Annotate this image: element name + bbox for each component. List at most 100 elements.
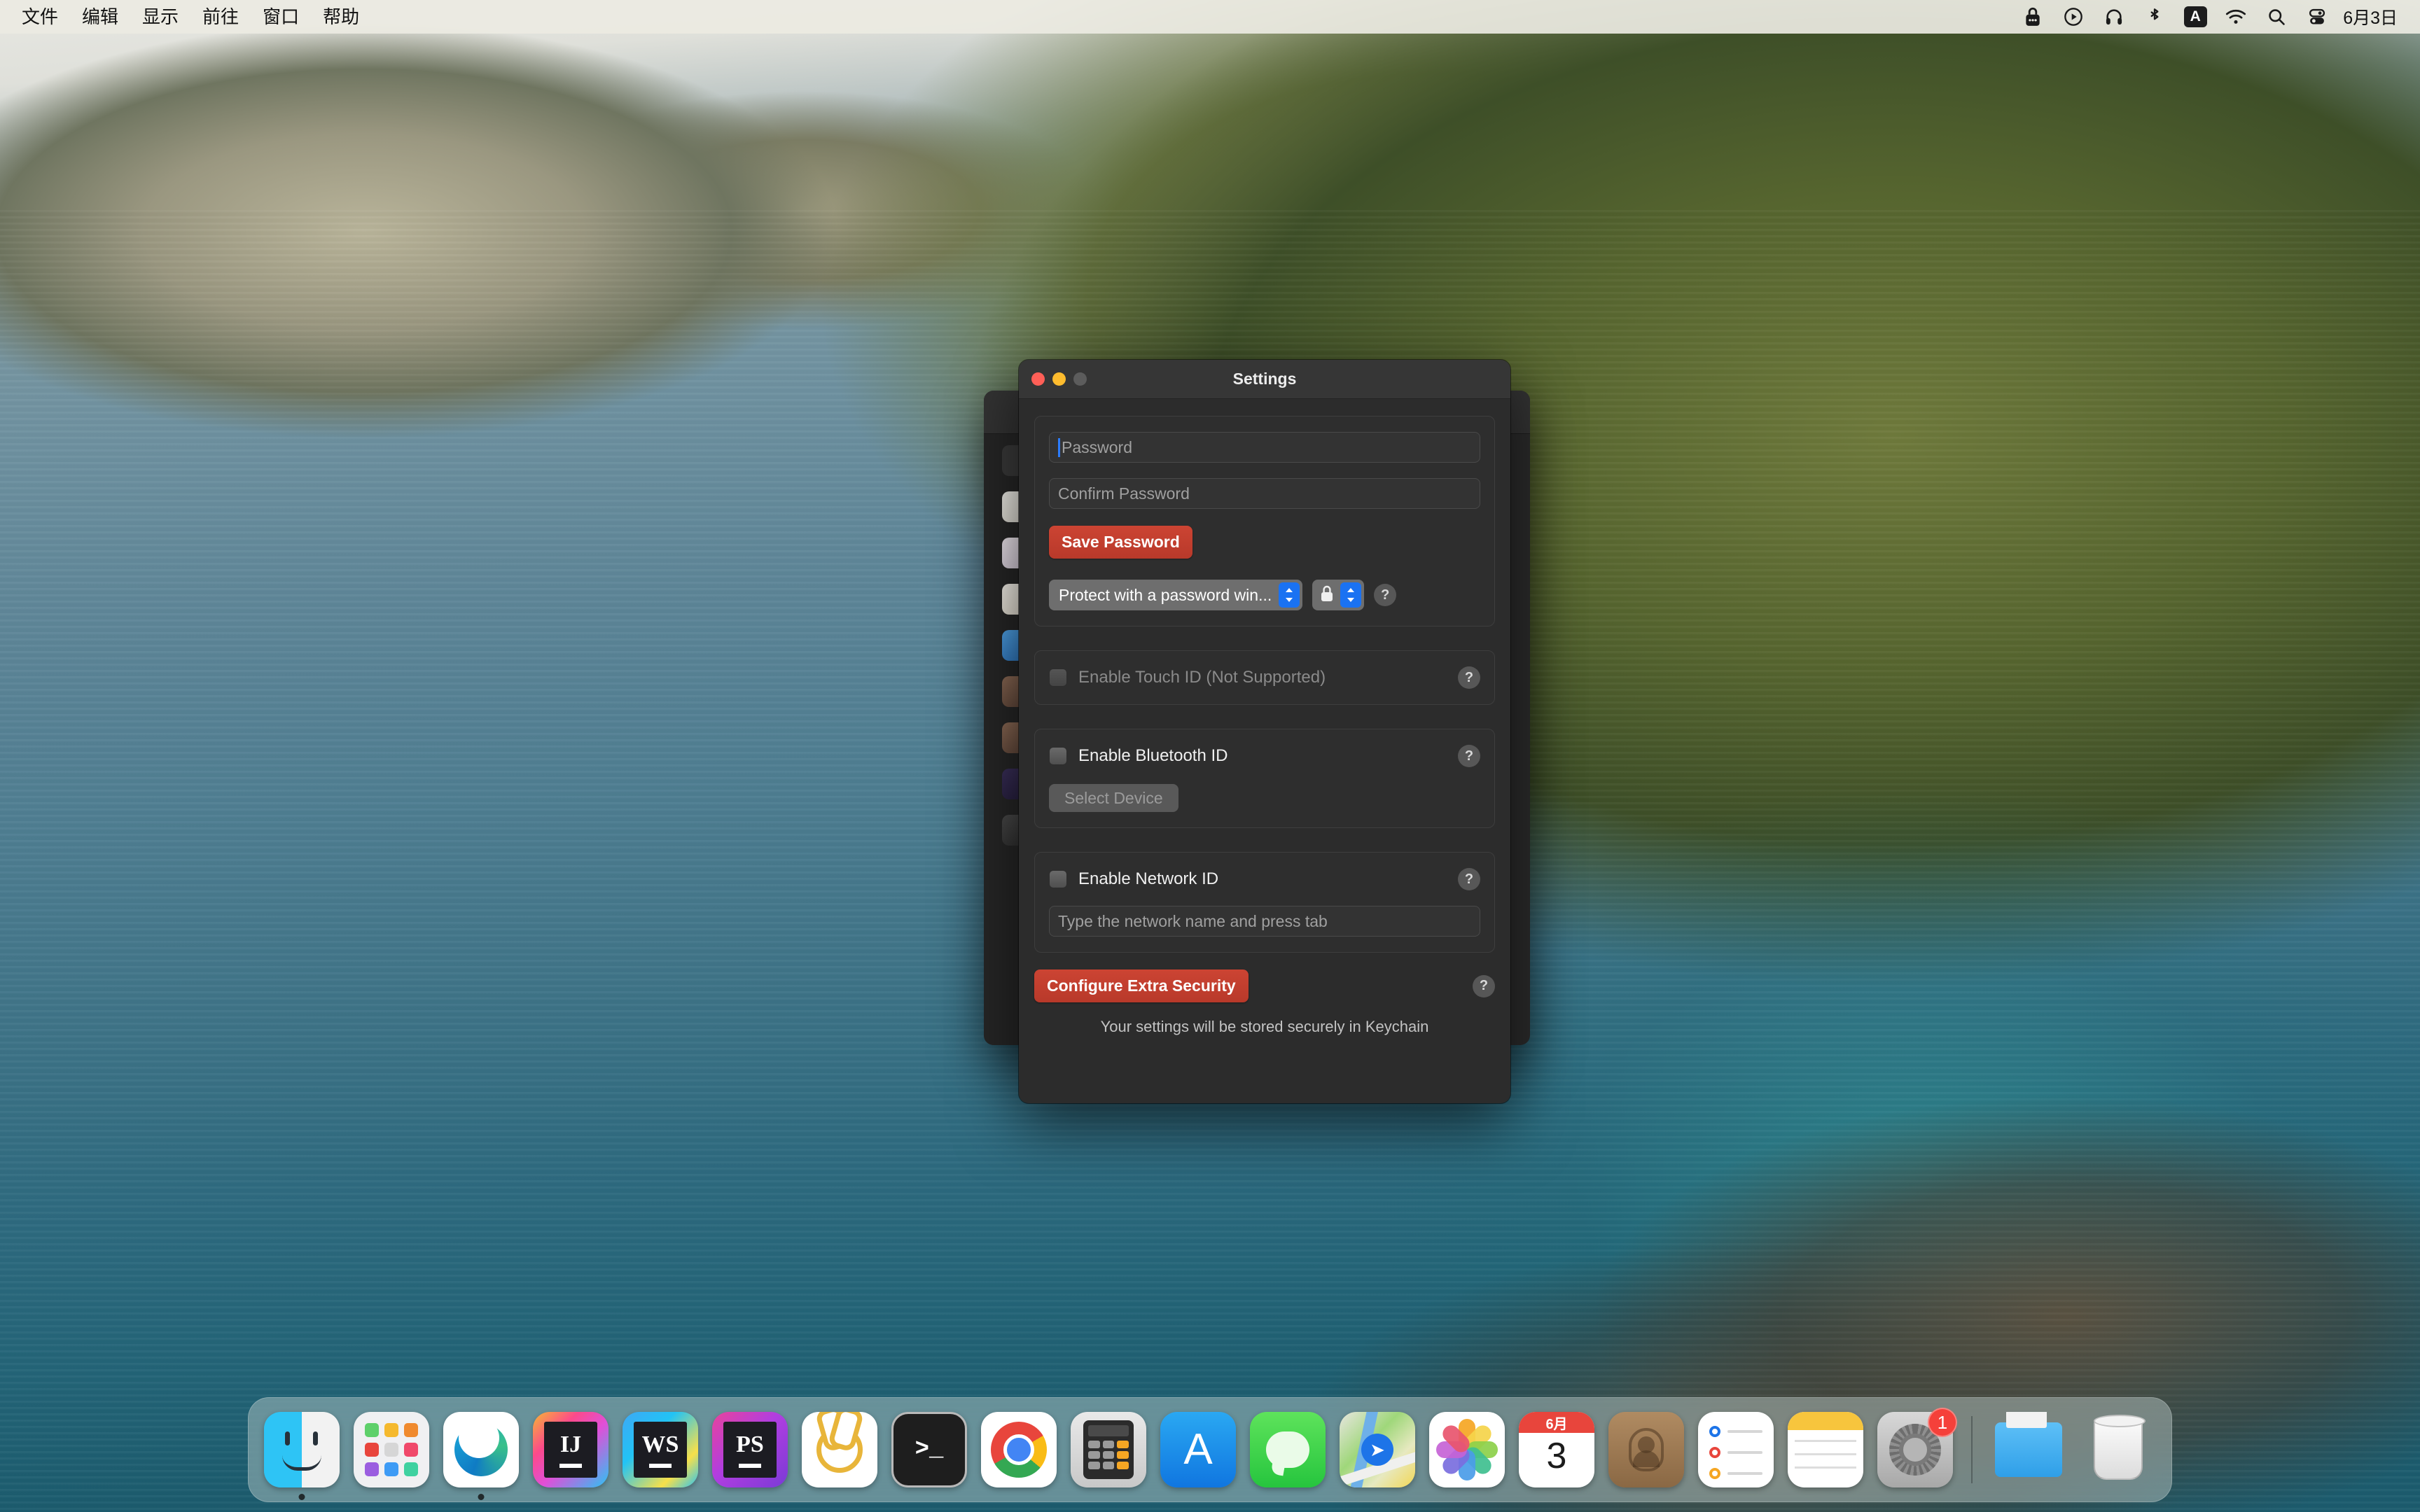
dock-item-reminders[interactable] [1695,1409,1776,1490]
menu-help[interactable]: 帮助 [311,0,371,34]
dock-item-intellij-idea[interactable]: IJ [530,1409,611,1490]
network-id-checkbox[interactable] [1049,870,1067,888]
dock-item-microsoft-edge[interactable] [440,1409,522,1500]
touch-id-row: Enable Touch ID (Not Supported) ? [1049,666,1480,689]
downloads-folder-icon [1991,1412,2066,1488]
phpstorm-badge-text: PS [736,1432,764,1457]
dock-item-messages[interactable] [1247,1409,1328,1490]
phpstorm-icon: PS [712,1412,788,1488]
menu-go[interactable]: 前往 [190,0,251,34]
protect-mode-help-button[interactable]: ? [1374,584,1397,606]
dock-item-system-settings[interactable]: 1 [1875,1408,1957,1490]
desktop-screen: 文件 编辑 显示 前往 窗口 帮助 A 6月3日 Settings Passwo… [0,0,2420,1512]
headphones-icon[interactable] [2094,0,2134,34]
protect-mode-row: Protect with a password win... ? [1049,580,1480,610]
password-group: Password Confirm Password Save Password … [1034,416,1495,626]
network-id-left: Enable Network ID [1049,869,1218,889]
microsoft-edge-icon [443,1412,519,1488]
reminders-icon [1698,1412,1774,1488]
select-device-button: Select Device [1049,784,1178,812]
touch-id-checkbox [1049,668,1067,687]
dock-item-downloads-folder[interactable] [1988,1409,2069,1490]
menu-bar: 文件 编辑 显示 前往 窗口 帮助 A 6月3日 [0,0,2420,34]
close-button[interactable] [1031,372,1045,386]
dock-item-phpstorm[interactable]: PS [709,1409,791,1490]
dock-item-notes[interactable] [1785,1409,1866,1490]
dock-item-google-chrome[interactable] [978,1409,1059,1490]
calculator-icon [1071,1412,1146,1488]
password-field[interactable]: Password [1049,432,1480,463]
password-placeholder: Password [1062,438,1132,456]
intellij-idea-badge-text: IJ [559,1432,582,1457]
dock-separator [1971,1416,1973,1483]
dock-item-calculator[interactable] [1068,1409,1149,1490]
protect-mode-popup[interactable]: Protect with a password win... [1049,580,1303,610]
menu-file[interactable]: 文件 [10,0,70,34]
wifi-icon[interactable] [2216,0,2256,34]
media-play-icon[interactable] [2053,0,2094,34]
dock-item-app-store[interactable]: A [1157,1409,1239,1490]
bluetooth-id-label: Enable Bluetooth ID [1078,746,1228,765]
confirm-password-placeholder: Confirm Password [1058,484,1190,503]
chevron-updown-icon[interactable] [1340,582,1362,608]
touch-id-label: Enable Touch ID (Not Supported) [1078,668,1326,687]
dock-item-contacts[interactable] [1606,1409,1687,1490]
network-id-group: Enable Network ID ? Type the network nam… [1034,852,1495,953]
select-device-row: Select Device [1049,784,1480,812]
finder-icon [264,1412,340,1488]
touch-id-group: Enable Touch ID (Not Supported) ? [1034,650,1495,705]
dock-item-calendar[interactable]: 6月 3 [1516,1409,1597,1490]
navicat-icon [802,1412,877,1488]
network-name-placeholder: Type the network name and press tab [1058,911,1328,930]
menu-bar-clock[interactable]: 6月3日 [2337,4,2405,29]
lock-icon[interactable] [2012,0,2053,34]
protect-mode-selected-label: Protect with a password win... [1059,585,1272,604]
bluetooth-id-group: Enable Bluetooth ID ? Select Device [1034,729,1495,828]
save-password-button[interactable]: Save Password [1049,526,1192,559]
dock-item-webstorm[interactable]: WS [620,1409,701,1490]
dock-item-terminal[interactable]: >_ [889,1409,970,1490]
zoom-button [1073,372,1087,386]
menu-bar-status-items: A 6月3日 [2012,0,2405,34]
dock-item-finder[interactable] [261,1409,342,1500]
extra-security-help-button[interactable]: ? [1473,974,1495,997]
dock-item-trash[interactable] [2078,1409,2159,1490]
dock-item-maps[interactable]: ➤ [1337,1409,1418,1490]
spotlight-search-icon[interactable] [2256,0,2297,34]
menu-window[interactable]: 窗口 [251,0,311,34]
dock-item-photos[interactable] [1426,1409,1508,1490]
dock-item-navicat[interactable] [799,1409,880,1490]
running-indicator [298,1494,305,1500]
calendar-icon: 6月 3 [1519,1412,1594,1488]
lock-mode-popup[interactable] [1312,580,1365,610]
network-id-help-button[interactable]: ? [1458,868,1480,890]
menu-view[interactable]: 显示 [130,0,190,34]
touch-id-left: Enable Touch ID (Not Supported) [1049,668,1326,687]
dock-item-launchpad[interactable] [351,1409,432,1490]
bluetooth-id-left: Enable Bluetooth ID [1049,746,1228,766]
webstorm-badge-text: WS [641,1432,679,1457]
trash-icon [2080,1412,2156,1488]
chevron-updown-icon[interactable] [1279,582,1300,608]
webstorm-icon: WS [623,1412,698,1488]
extra-security-row: Configure Extra Security ? [1034,969,1495,1002]
network-name-field[interactable]: Type the network name and press tab [1049,906,1480,937]
control-center-icon[interactable] [2297,0,2337,34]
dialog-titlebar[interactable]: Settings [1019,360,1510,399]
configure-extra-security-button[interactable]: Configure Extra Security [1034,969,1249,1002]
menu-edit[interactable]: 编辑 [70,0,130,34]
intellij-idea-icon: IJ [533,1412,609,1488]
bluetooth-id-checkbox[interactable] [1049,747,1067,765]
confirm-password-field[interactable]: Confirm Password [1049,478,1480,509]
touch-id-help-button[interactable]: ? [1458,666,1480,689]
calendar-day: 3 [1546,1436,1567,1476]
bluetooth-id-help-button[interactable]: ? [1458,745,1480,767]
input-source-icon[interactable]: A [2175,0,2216,34]
dock: IJ WS PS >_ A ➤ 6月 3 1 [248,1397,2172,1502]
text-caret [1058,438,1060,457]
minimize-button[interactable] [1052,372,1066,386]
contacts-icon [1608,1412,1684,1488]
settings-dialog[interactable]: Settings Password Confirm Password Save … [1019,360,1510,1103]
dialog-body: Password Confirm Password Save Password … [1019,399,1510,1050]
bluetooth-icon[interactable] [2134,0,2175,34]
